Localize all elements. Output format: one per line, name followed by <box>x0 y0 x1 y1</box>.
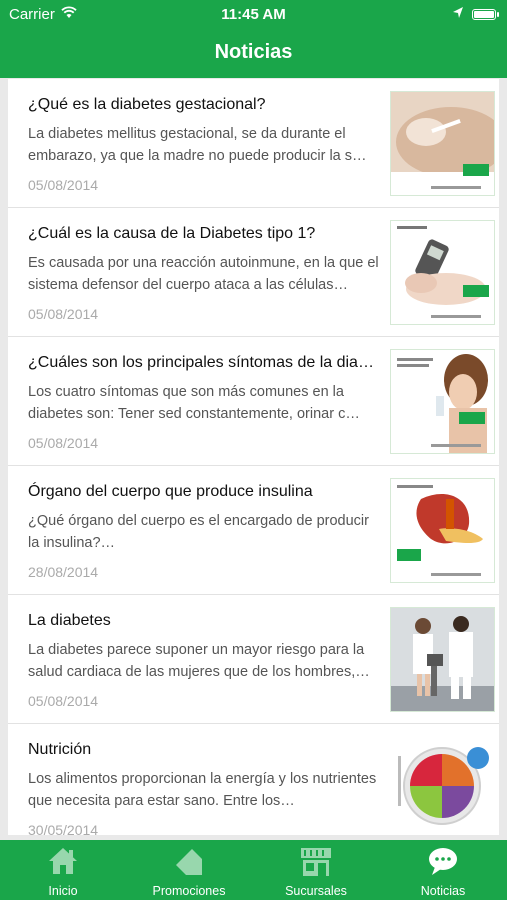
news-title: ¿Qué es la diabetes gestacional? <box>28 96 266 113</box>
tab-bar: Inicio Promociones Sucursales Noticias <box>0 840 507 900</box>
tab-label: Noticias <box>420 884 466 898</box>
tab-label: Promociones <box>152 884 226 898</box>
news-item[interactable]: La diabetes La diabetes parece suponer u… <box>8 595 499 724</box>
news-list[interactable]: ¿Qué es la diabetes gestacional? La diab… <box>8 79 499 835</box>
tag-icon <box>176 849 202 875</box>
news-title: Nutrición <box>28 741 92 758</box>
news-item[interactable]: Nutrición Los alimentos proporcionan la … <box>8 724 499 835</box>
tab-inicio[interactable]: Inicio <box>0 840 126 900</box>
news-date: 05/08/2014 <box>28 306 99 322</box>
news-date: 30/05/2014 <box>28 822 99 835</box>
news-description: Es causada por una reacción autoinmune, … <box>28 255 379 293</box>
news-thumbnail <box>390 349 495 454</box>
battery-icon <box>472 9 499 20</box>
news-description: Los cuatro síntomas que son más comunes … <box>28 384 360 422</box>
news-title: La diabetes <box>28 612 111 629</box>
status-bar: Carrier 11:45 AM <box>0 0 507 30</box>
news-thumbnail <box>390 607 495 712</box>
news-date: 05/08/2014 <box>28 177 99 193</box>
news-item[interactable]: ¿Cuál es la causa de la Diabetes tipo 1?… <box>8 208 499 337</box>
news-title: ¿Cuáles son los principales síntomas de … <box>28 354 374 371</box>
chat-bubble-icon <box>429 848 457 875</box>
news-date: 05/08/2014 <box>28 693 99 709</box>
tab-label: Sucursales <box>285 884 347 898</box>
location-arrow-icon <box>453 7 463 18</box>
page-title: Noticias <box>214 41 293 63</box>
news-item[interactable]: Órgano del cuerpo que produce insulina ¿… <box>8 466 499 595</box>
news-date: 28/08/2014 <box>28 564 99 580</box>
news-title: ¿Cuál es la causa de la Diabetes tipo 1? <box>28 225 316 242</box>
news-thumbnail <box>390 736 495 835</box>
news-item[interactable]: ¿Qué es la diabetes gestacional? La diab… <box>8 79 499 208</box>
store-icon <box>301 848 331 876</box>
news-description: La diabetes mellitus gestacional, se da … <box>28 126 367 164</box>
home-icon <box>49 848 77 874</box>
news-description: ¿Qué órgano del cuerpo es el encargado d… <box>28 513 369 551</box>
tab-noticias[interactable]: Noticias <box>380 840 506 900</box>
tab-promociones[interactable]: Promociones <box>126 840 252 900</box>
news-description: La diabetes parece suponer un mayor ries… <box>28 642 370 680</box>
news-item[interactable]: ¿Cuáles son los principales síntomas de … <box>8 337 499 466</box>
tab-label: Inicio <box>48 884 78 898</box>
news-thumbnail <box>390 91 495 196</box>
news-date: 05/08/2014 <box>28 435 99 451</box>
nav-bar: Noticias <box>0 30 507 78</box>
news-thumbnail <box>390 478 495 583</box>
clock: 11:45 AM <box>221 6 286 23</box>
news-title: Órgano del cuerpo que produce insulina <box>28 483 313 500</box>
news-description: Los alimentos proporcionan la energía y … <box>28 771 377 809</box>
tab-sucursales[interactable]: Sucursales <box>253 840 379 900</box>
news-thumbnail <box>390 220 495 325</box>
